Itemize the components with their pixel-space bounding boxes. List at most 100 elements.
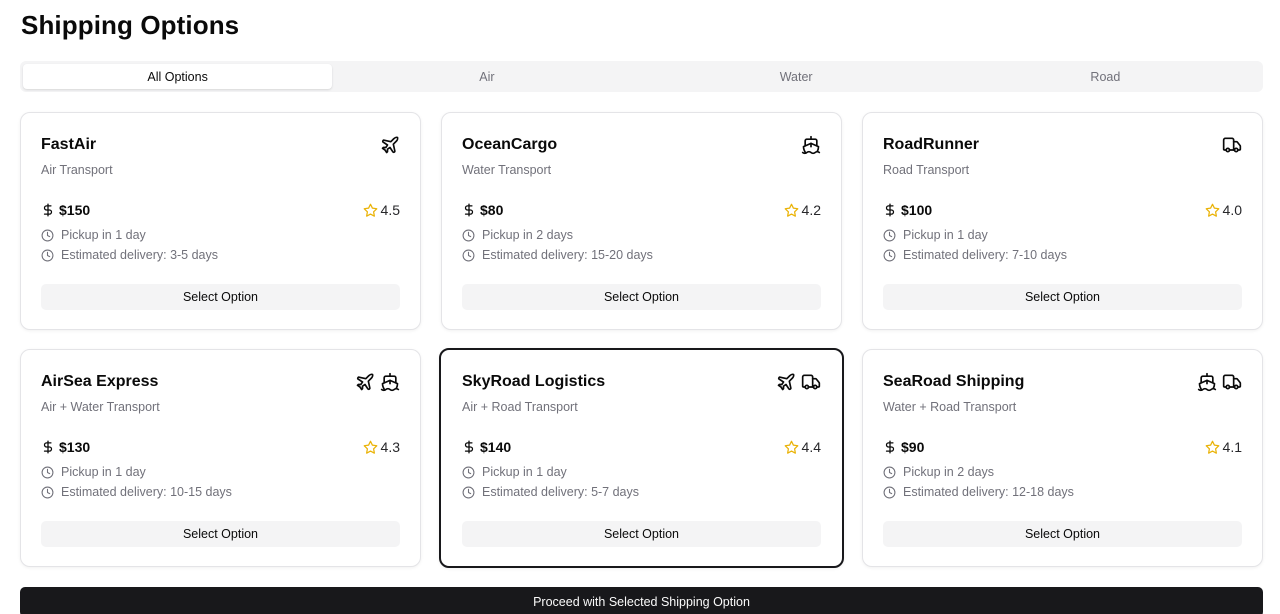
- clock-icon: [462, 229, 475, 242]
- page-title: Shipping Options: [21, 10, 240, 40]
- option-price: $90: [883, 439, 924, 455]
- option-transport-type: Air + Water Transport: [41, 400, 160, 414]
- delivery-info: Estimated delivery: 7-10 days: [883, 248, 1067, 262]
- clock-icon: [883, 229, 896, 242]
- shipping-option-card[interactable]: OceanCargo Water Transport $80 4.2 Pickup in…: [441, 112, 842, 330]
- plane-icon: [380, 135, 400, 155]
- clock-icon: [41, 229, 54, 242]
- option-name: RoadRunner: [883, 136, 979, 153]
- dollar-icon: [462, 203, 476, 217]
- tab-air[interactable]: Air: [332, 64, 641, 89]
- tab-road[interactable]: Road: [951, 64, 1260, 89]
- clock-icon: [883, 249, 896, 262]
- option-transport-type: Air + Road Transport: [462, 400, 578, 414]
- delivery-text: Estimated delivery: 15-20 days: [482, 248, 653, 262]
- pickup-info: Pickup in 1 day: [883, 228, 988, 242]
- shipping-option-card[interactable]: FastAir Air Transport $150 4.5 Pickup in 1 d…: [20, 112, 421, 330]
- option-name: OceanCargo: [462, 136, 558, 153]
- select-option-button[interactable]: Select Option: [883, 521, 1242, 547]
- option-transport-type: Air Transport: [41, 163, 113, 177]
- pickup-info: Pickup in 2 days: [462, 228, 573, 242]
- clock-icon: [462, 466, 475, 479]
- tab-water[interactable]: Water: [642, 64, 951, 89]
- clock-icon: [41, 249, 54, 262]
- clock-icon: [883, 486, 896, 499]
- shipping-option-card[interactable]: SeaRoad Shipping Water + Road Transport $9…: [862, 349, 1263, 567]
- truck-icon: [1222, 135, 1242, 155]
- pickup-info: Pickup in 1 day: [41, 228, 146, 242]
- clock-icon: [462, 249, 475, 262]
- truck-icon: [1222, 372, 1242, 392]
- transport-icons: [776, 372, 821, 392]
- delivery-info: Estimated delivery: 3-5 days: [41, 248, 218, 262]
- select-option-button[interactable]: Select Option: [41, 521, 400, 547]
- delivery-text: Estimated delivery: 7-10 days: [903, 248, 1067, 262]
- dollar-icon: [41, 203, 55, 217]
- plane-icon: [776, 372, 796, 392]
- pickup-text: Pickup in 2 days: [482, 228, 574, 242]
- rating-value: 4.5: [380, 202, 400, 218]
- pickup-info: Pickup in 1 day: [41, 465, 146, 479]
- option-name: FastAir: [41, 136, 97, 153]
- select-option-button[interactable]: Select Option: [41, 284, 400, 310]
- option-price: $150: [41, 202, 90, 218]
- delivery-text: Estimated delivery: 3-5 days: [61, 248, 219, 262]
- rating-value: 4.2: [801, 202, 821, 218]
- dollar-icon: [41, 440, 55, 454]
- shipping-option-card[interactable]: RoadRunner Road Transport $100 4.0 Pickup in…: [862, 112, 1263, 330]
- option-name: SeaRoad Shipping: [883, 373, 1025, 390]
- transport-icons: [1222, 135, 1242, 155]
- rating-value: 4.0: [1222, 202, 1242, 218]
- plane-icon: [355, 372, 375, 392]
- delivery-info: Estimated delivery: 5-7 days: [462, 485, 639, 499]
- dollar-icon: [883, 203, 897, 217]
- proceed-button[interactable]: Proceed with Selected Shipping Option: [20, 587, 1263, 614]
- select-option-button[interactable]: Select Option: [462, 284, 821, 310]
- star-icon: [363, 440, 378, 455]
- select-option-button[interactable]: Select Option: [883, 284, 1242, 310]
- option-rating: 4.5: [363, 202, 400, 218]
- price-value: $140: [480, 439, 512, 455]
- option-price: $80: [462, 202, 503, 218]
- delivery-info: Estimated delivery: 10-15 days: [41, 485, 232, 499]
- delivery-text: Estimated delivery: 5-7 days: [482, 485, 640, 499]
- option-price: $100: [883, 202, 932, 218]
- select-option-button[interactable]: Select Option: [462, 521, 821, 547]
- option-transport-type: Road Transport: [883, 163, 970, 177]
- pickup-info: Pickup in 1 day: [462, 465, 567, 479]
- tab-all-options[interactable]: All Options: [23, 64, 333, 89]
- shipping-option-card[interactable]: SkyRoad Logistics Air + Road Transport $14…: [439, 348, 844, 568]
- ship-icon: [380, 372, 400, 392]
- pickup-text: Pickup in 1 day: [61, 228, 146, 242]
- transport-icons: [355, 372, 400, 392]
- option-transport-type: Water Transport: [462, 163, 552, 177]
- option-name: SkyRoad Logistics: [462, 373, 606, 390]
- price-value: $100: [901, 202, 933, 218]
- transport-tabs: All Options Air Water Road: [20, 61, 1263, 92]
- pickup-text: Pickup in 1 day: [61, 465, 146, 479]
- delivery-text: Estimated delivery: 10-15 days: [61, 485, 232, 499]
- ship-icon: [801, 135, 821, 155]
- clock-icon: [883, 466, 896, 479]
- star-icon: [363, 203, 378, 218]
- price-value: $90: [901, 439, 925, 455]
- transport-icons: [801, 135, 821, 155]
- ship-icon: [1197, 372, 1217, 392]
- pickup-info: Pickup in 2 days: [883, 465, 994, 479]
- clock-icon: [462, 486, 475, 499]
- clock-icon: [41, 486, 54, 499]
- rating-value: 4.3: [380, 439, 400, 455]
- delivery-info: Estimated delivery: 12-18 days: [883, 485, 1074, 499]
- delivery-info: Estimated delivery: 15-20 days: [462, 248, 653, 262]
- transport-icons: [1197, 372, 1242, 392]
- option-rating: 4.1: [1205, 439, 1242, 455]
- delivery-text: Estimated delivery: 12-18 days: [903, 485, 1074, 499]
- dollar-icon: [883, 440, 897, 454]
- option-rating: 4.4: [784, 439, 821, 455]
- shipping-option-card[interactable]: AirSea Express Air + Water Transport $130 4…: [20, 349, 421, 567]
- price-value: $150: [59, 202, 91, 218]
- price-value: $80: [480, 202, 504, 218]
- option-rating: 4.2: [784, 202, 821, 218]
- pickup-text: Pickup in 1 day: [482, 465, 567, 479]
- dollar-icon: [462, 440, 476, 454]
